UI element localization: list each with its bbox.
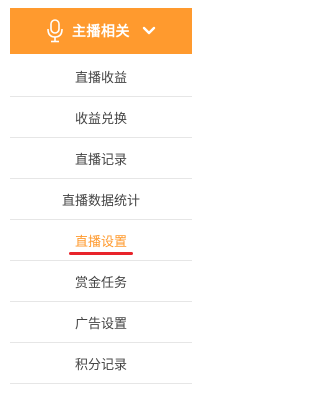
section-header-title: 主播相关 bbox=[72, 24, 130, 40]
menu-item-live-earnings[interactable]: 直播收益 bbox=[10, 56, 192, 97]
section-header-anchor[interactable]: 主播相关 bbox=[10, 8, 192, 54]
menu-item-label-wrap: 直播设置 bbox=[68, 231, 133, 255]
menu-item-earnings-exchange[interactable]: 收益兑换 bbox=[10, 97, 192, 138]
menu-item-label: 直播设置 bbox=[74, 234, 127, 250]
submenu-list: 直播收益 收益兑换 直播记录 直播数据统计 直播设置 赏金任务 广告设置 积分记… bbox=[10, 56, 192, 384]
menu-item-label: 收益兑换 bbox=[74, 111, 127, 127]
menu-item-bounty-tasks[interactable]: 赏金任务 bbox=[10, 261, 192, 302]
menu-item-label: 直播收益 bbox=[74, 70, 127, 86]
menu-item-points-records[interactable]: 积分记录 bbox=[10, 343, 192, 384]
microphone-icon bbox=[46, 19, 64, 43]
menu-item-live-stats[interactable]: 直播数据统计 bbox=[10, 179, 192, 220]
menu-item-label: 广告设置 bbox=[74, 316, 127, 332]
menu-item-live-records[interactable]: 直播记录 bbox=[10, 138, 192, 179]
menu-item-label: 直播数据统计 bbox=[61, 193, 140, 209]
menu-item-label: 直播记录 bbox=[74, 152, 127, 168]
menu-item-label: 赏金任务 bbox=[74, 275, 127, 291]
menu-item-label: 积分记录 bbox=[74, 357, 127, 373]
chevron-down-icon bbox=[142, 26, 156, 36]
sidebar-panel: 主播相关 直播收益 收益兑换 直播记录 直播数据统计 直播设置 赏金任务 广告设… bbox=[0, 0, 206, 400]
menu-item-ad-settings[interactable]: 广告设置 bbox=[10, 302, 192, 343]
menu-item-live-settings[interactable]: 直播设置 bbox=[10, 220, 192, 261]
active-underline bbox=[68, 251, 133, 255]
